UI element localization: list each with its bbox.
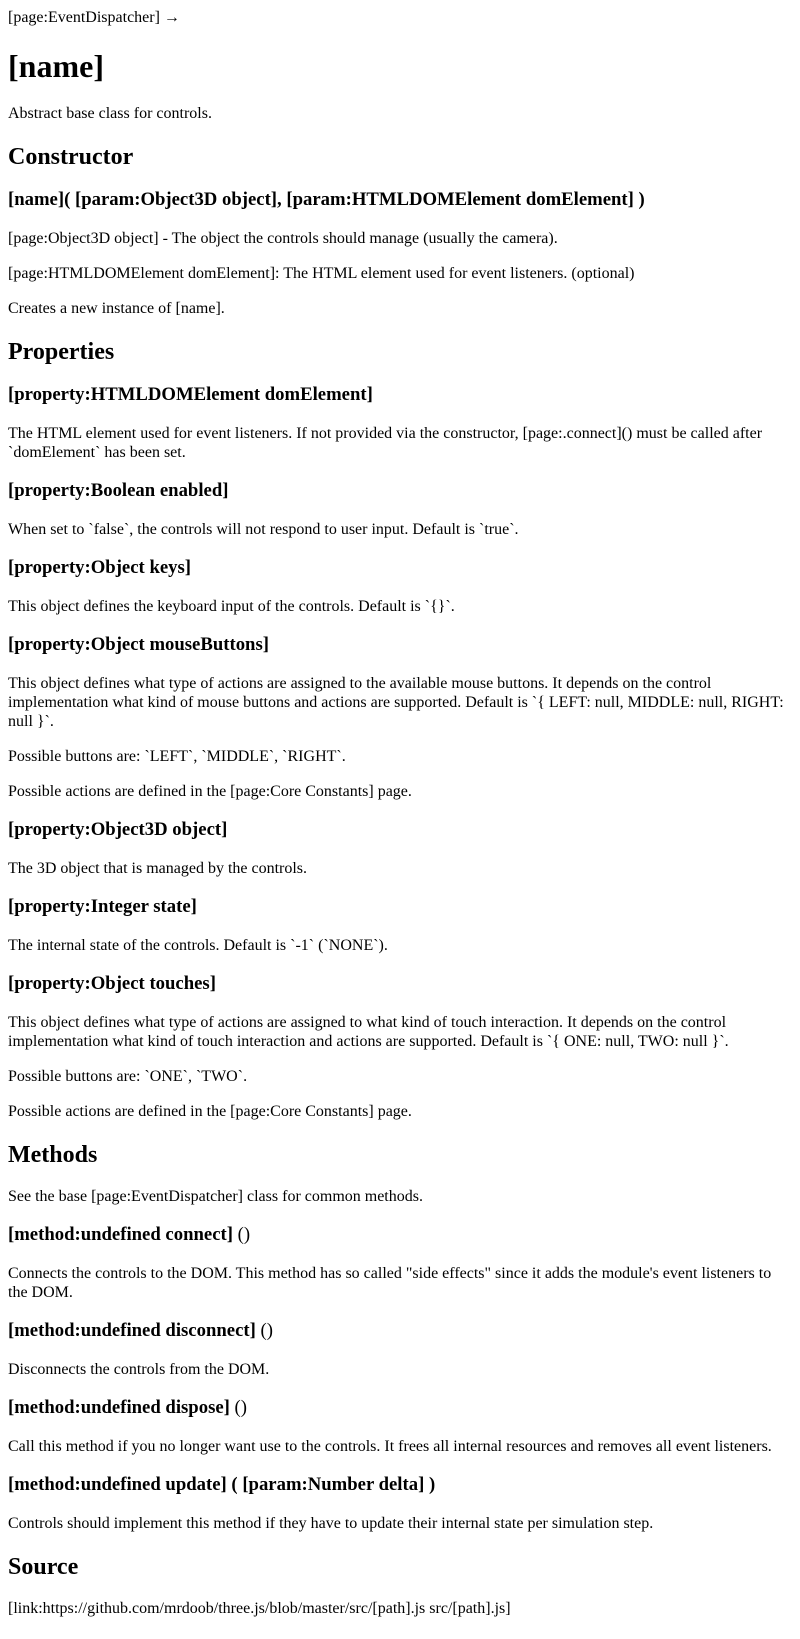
properties-list: [property:HTMLDOMElement domElement] The … bbox=[8, 384, 792, 1121]
property-description: The 3D object that is managed by the con… bbox=[8, 860, 308, 877]
property-name: [property:Object touches] bbox=[8, 973, 216, 994]
method-name: [method:undefined dispose] bbox=[8, 1397, 230, 1418]
method-params: () bbox=[232, 1224, 251, 1245]
property-name: [property:Object3D object] bbox=[8, 819, 228, 840]
page-title: [name] bbox=[8, 48, 104, 84]
constructor-heading: Constructor bbox=[8, 144, 134, 170]
property-description: The internal state of the controls. Defa… bbox=[8, 937, 388, 954]
method-signature: [method:undefined dispose] () bbox=[8, 1397, 792, 1419]
property-name: [property:Object mouseButtons] bbox=[8, 634, 269, 655]
constructor-param-dom: [page:HTMLDOMElement domElement]: The HT… bbox=[8, 265, 635, 282]
doc-page: [page:EventDispatcher] → [name] Abstract… bbox=[0, 0, 800, 1618]
method-signature: [method:undefined connect] () bbox=[8, 1224, 792, 1246]
method-description: Connects the controls to the DOM. This m… bbox=[8, 1265, 772, 1301]
property-description: The HTML element used for event listener… bbox=[8, 425, 763, 461]
source-heading: Source bbox=[8, 1554, 79, 1580]
property-description: This object defines what type of actions… bbox=[8, 675, 784, 730]
property-description: Possible buttons are: `ONE`, `TWO`. bbox=[8, 1068, 248, 1085]
property-description: Possible actions are defined in the [pag… bbox=[8, 1103, 412, 1120]
method-signature: [method:undefined update] ( [param:Numbe… bbox=[8, 1474, 792, 1496]
breadcrumb[interactable]: [page:EventDispatcher] → bbox=[8, 8, 792, 28]
method-signature: [method:undefined disconnect] () bbox=[8, 1320, 792, 1342]
property-name: [property:HTMLDOMElement domElement] bbox=[8, 384, 373, 405]
property-description: Possible buttons are: `LEFT`, `MIDDLE`, … bbox=[8, 748, 346, 765]
constructor-signature: [name]( [param:Object3D object], [param:… bbox=[8, 189, 645, 210]
method-name: [method:undefined update] bbox=[8, 1474, 227, 1495]
property-description: This object defines what type of actions… bbox=[8, 1014, 729, 1050]
method-name: [method:undefined disconnect] bbox=[8, 1320, 256, 1341]
methods-list: [method:undefined connect] () Connects th… bbox=[8, 1224, 792, 1533]
property-name: [property:Object keys] bbox=[8, 557, 192, 578]
constructor-param-object: [page:Object3D object] - The object the … bbox=[8, 230, 558, 247]
method-description: Call this method if you no longer want u… bbox=[8, 1438, 772, 1455]
methods-heading: Methods bbox=[8, 1142, 98, 1168]
intro-text: Abstract base class for controls. bbox=[8, 105, 212, 122]
methods-intro: See the base [page:EventDispatcher] clas… bbox=[8, 1188, 423, 1205]
property-name: [property:Boolean enabled] bbox=[8, 480, 229, 501]
property-name: [property:Integer state] bbox=[8, 896, 197, 917]
method-params: () bbox=[255, 1320, 273, 1341]
properties-heading: Properties bbox=[8, 339, 115, 365]
method-params: ( [param:Number delta] ) bbox=[226, 1474, 436, 1495]
property-description: Possible actions are defined in the [pag… bbox=[8, 783, 412, 800]
constructor-description: Creates a new instance of [name]. bbox=[8, 300, 225, 317]
source-link[interactable]: [link:https://github.com/mrdoob/three.js… bbox=[8, 1599, 792, 1618]
method-name: [method:undefined connect] bbox=[8, 1224, 233, 1245]
method-description: Disconnects the controls from the DOM. bbox=[8, 1361, 270, 1378]
property-description: When set to `false`, the controls will n… bbox=[8, 521, 519, 538]
property-description: This object defines the keyboard input o… bbox=[8, 598, 455, 615]
method-description: Controls should implement this method if… bbox=[8, 1515, 654, 1532]
method-params: () bbox=[229, 1397, 248, 1418]
